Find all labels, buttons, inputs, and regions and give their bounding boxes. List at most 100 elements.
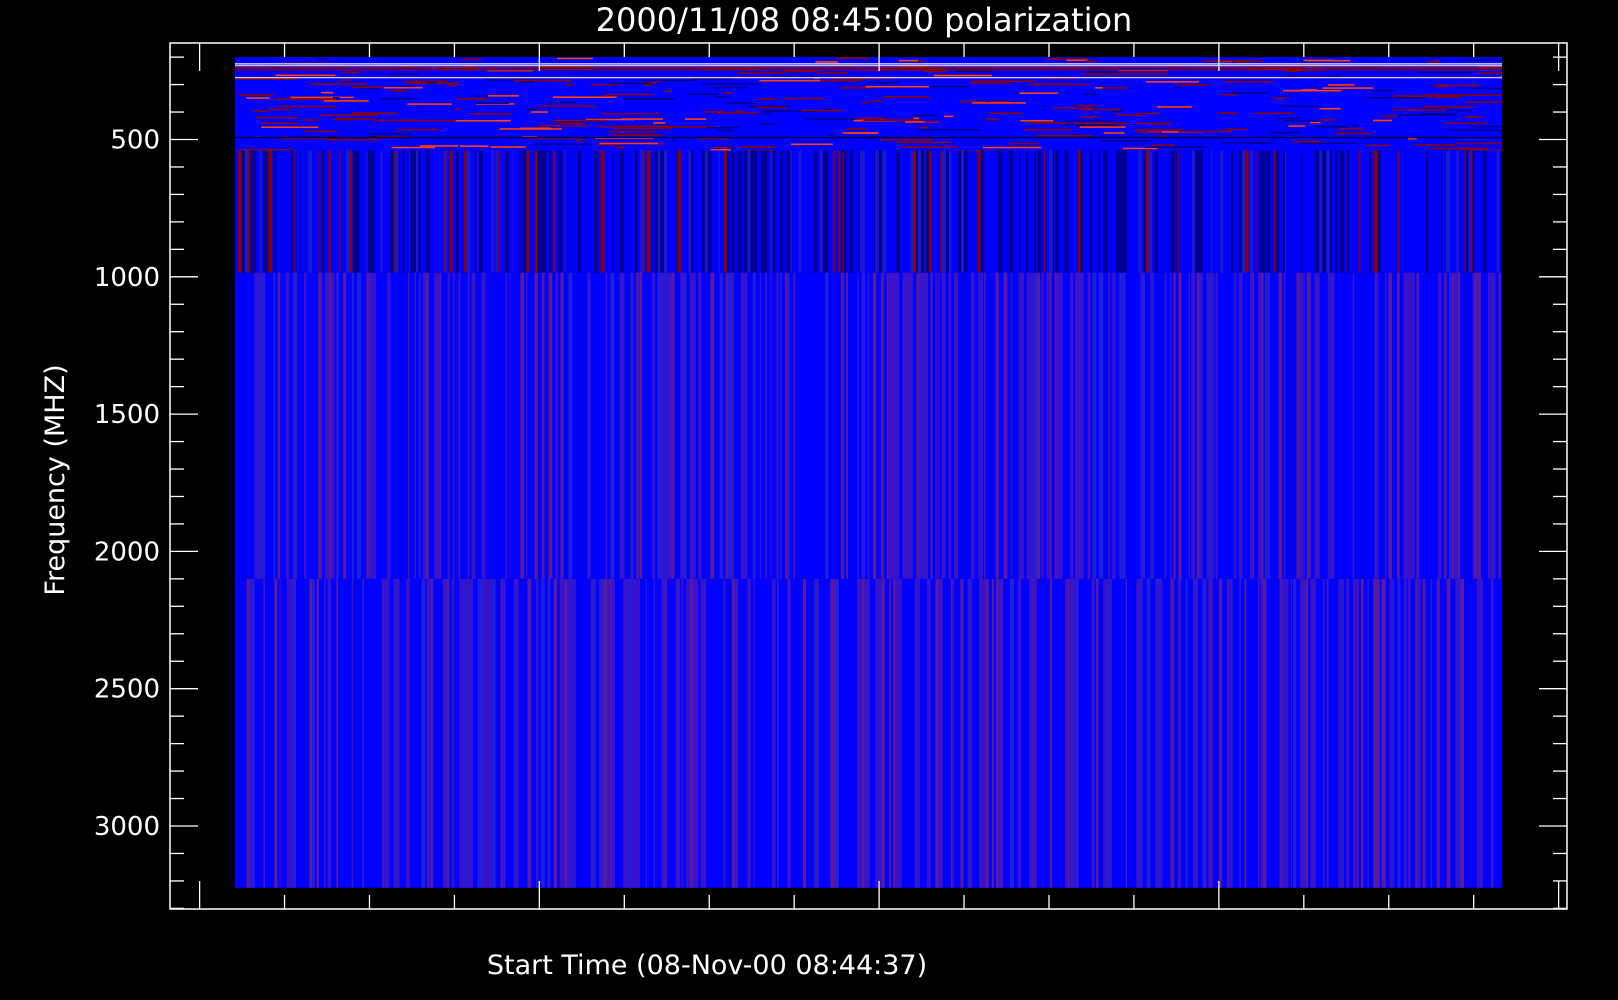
heatmap-cell [526, 108, 537, 110]
heatmap-cell [1041, 272, 1044, 579]
heatmap-cell [319, 113, 379, 116]
heatmap-cell [1407, 272, 1410, 579]
heatmap-cell [1081, 93, 1100, 96]
heatmap-cell [986, 578, 989, 888]
heatmap-cell [984, 272, 986, 579]
heatmap-cell [926, 578, 931, 888]
heatmap-cell [1017, 578, 1022, 888]
heatmap-cell [1417, 71, 1474, 74]
heatmap-cell [312, 578, 315, 888]
heatmap-cell [637, 578, 641, 888]
heatmap-cell [1245, 150, 1249, 273]
heatmap-cell [727, 272, 732, 579]
heatmap-cell [1397, 578, 1401, 888]
y-axis-label: Frequency (MHZ) [40, 364, 71, 595]
heatmap-cell [577, 139, 584, 142]
heatmap-cell [1330, 272, 1335, 579]
heatmap-cell [1250, 150, 1253, 273]
heatmap-cell [593, 578, 596, 888]
heatmap-cell [1136, 578, 1139, 888]
heatmap-cell [1156, 106, 1193, 108]
heatmap-cell [262, 272, 266, 579]
heatmap-cell [1490, 272, 1493, 579]
heatmap-cell [841, 150, 843, 273]
heatmap-cell [740, 272, 745, 579]
heatmap-cell [622, 272, 625, 579]
heatmap-cell [1164, 272, 1167, 579]
heatmap-cell [1026, 150, 1029, 273]
heatmap-cell [600, 150, 605, 273]
heatmap-cell [318, 272, 322, 579]
heatmap-cell [436, 272, 440, 579]
heatmap-cell [443, 150, 445, 273]
heatmap-cell [1020, 272, 1025, 579]
heatmap-cell [726, 150, 729, 273]
heatmap-cell [892, 578, 896, 888]
heatmap-cell [466, 578, 471, 888]
heatmap-cell [660, 272, 664, 579]
heatmap-cell [949, 150, 952, 273]
heatmap-cell [731, 578, 736, 888]
heatmap-cell [924, 120, 940, 123]
heatmap-cell [1125, 578, 1127, 888]
heatmap-cell [532, 143, 590, 145]
heatmap-cell [1211, 578, 1214, 888]
heatmap-cell [249, 578, 252, 888]
heatmap-cell [760, 150, 762, 273]
heatmap-cell [1221, 93, 1237, 96]
heatmap-cell [568, 272, 573, 579]
heatmap-cell [426, 578, 431, 888]
heatmap-cell [286, 578, 289, 888]
heatmap-cell [706, 126, 740, 129]
heatmap-cell [906, 272, 910, 579]
heatmap-cell [912, 114, 937, 117]
heatmap-cell [1106, 578, 1110, 888]
heatmap-cell [261, 126, 319, 129]
heatmap-cell [1296, 272, 1300, 579]
heatmap-cell [458, 272, 461, 579]
heatmap-cell [1095, 578, 1099, 888]
heatmap-cell [293, 150, 296, 273]
heatmap-cell [425, 272, 429, 579]
heatmap-cell [776, 272, 779, 579]
heatmap-cell [842, 150, 844, 273]
heatmap-cell [356, 150, 360, 273]
heatmap-cell [1374, 272, 1379, 579]
heatmap-cell [341, 79, 351, 82]
heatmap-cell [1151, 150, 1153, 273]
heatmap-cell [960, 578, 963, 888]
heatmap-cell [491, 150, 495, 273]
heatmap-cell [535, 150, 538, 273]
heatmap-cell [1313, 125, 1348, 128]
heatmap-cell [488, 578, 492, 888]
heatmap-cell [787, 578, 791, 888]
heatmap-cell [938, 272, 940, 579]
heatmap-cell [865, 85, 930, 88]
heatmap-cell [872, 272, 877, 579]
heatmap-cell [1306, 272, 1311, 579]
heatmap-cell [380, 150, 383, 273]
heatmap-cell [351, 112, 398, 114]
heatmap-cell [910, 150, 914, 273]
heatmap-cell [1426, 60, 1441, 63]
heatmap-cell [639, 272, 643, 579]
heatmap-cell [1009, 578, 1014, 888]
heatmap-cell [866, 578, 870, 888]
heatmap-cell [747, 578, 751, 888]
heatmap-cell [838, 150, 840, 273]
heatmap-cell [801, 109, 843, 112]
heatmap-cell [384, 578, 387, 888]
heatmap-cell [1087, 272, 1089, 579]
heatmap-cell [883, 96, 930, 98]
heatmap-cell [1064, 124, 1118, 127]
heatmap-cell [1337, 127, 1364, 130]
heatmap-cell [1299, 57, 1305, 60]
heatmap-cell [285, 272, 290, 579]
heatmap-cell [628, 578, 633, 888]
heatmap-cell [1145, 150, 1149, 273]
heatmap-cell [623, 98, 675, 100]
heatmap-cell [242, 149, 293, 151]
heatmap-cell [596, 125, 641, 128]
heatmap-cell [1285, 70, 1300, 73]
heatmap-cell [1091, 578, 1095, 888]
